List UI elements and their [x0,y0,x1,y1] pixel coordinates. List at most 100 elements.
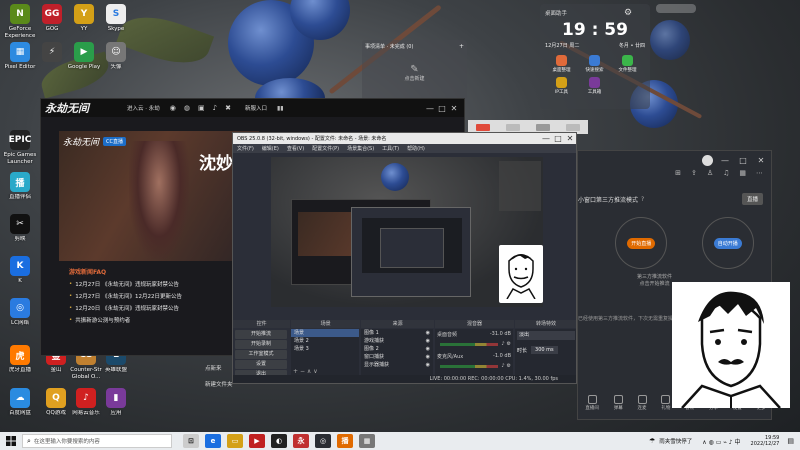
obs-menu-item[interactable]: 场景集合(S) [347,145,374,152]
source-item[interactable]: 游戏捕获 ◉ [361,337,433,345]
weibo-icon[interactable]: ◉ [170,104,176,112]
help-icon[interactable]: ? [641,196,644,203]
tiktok-icon[interactable]: ♪ [213,104,217,112]
eye-icon[interactable]: ◉ [426,353,430,361]
volume-meter[interactable] [440,342,499,346]
share-icon[interactable]: ⇪ [691,169,697,183]
close-icon[interactable]: ✕ [755,155,767,165]
gear-icon[interactable]: ⚙ [624,8,632,18]
desktop-icon[interactable]: N GeForce Experience [2,4,38,39]
clock-shortcut[interactable]: 工具箱 [578,77,611,95]
mode-badge[interactable]: 直播 [741,193,763,205]
mute-icon[interactable]: ✖ [225,104,231,112]
scene-item[interactable]: 场景 3 [291,345,359,353]
search-input[interactable]: 在这里输入你要搜索的内容 [34,437,100,445]
transition-select[interactable]: 淡出 [517,331,575,340]
weather-text[interactable]: 雨夹雪快停了 [659,437,692,445]
obs-preview[interactable] [271,157,543,307]
close-icon[interactable]: ✕ [448,103,460,113]
remove-icon[interactable]: − [300,368,305,375]
add-icon[interactable]: + [293,368,298,375]
news-item[interactable]: 12月27日 《永劫无间》12月22日更新公告 [69,292,259,300]
maximize-icon[interactable]: □ [737,155,749,165]
arrow-down-icon[interactable]: ∨ [313,368,317,375]
stream-tool-button[interactable]: 礼物 [661,395,671,411]
desktop-icon[interactable]: 虎虎牙直播 [2,345,38,374]
tab-icon[interactable] [536,123,550,131]
obs-control-button[interactable]: 开始推流 [235,330,287,339]
obs-menu-item[interactable]: 编辑(E) [262,145,279,152]
arrow-up-icon[interactable]: ∧ [307,368,311,375]
desktop-icon[interactable]: ☺ 头像 [98,42,134,71]
taskbar-search[interactable]: ⌕ 在这里输入你要搜索的内容 [22,434,172,448]
edge-icon[interactable]: e [205,434,221,448]
gear-icon[interactable]: ⚙ [507,363,511,369]
speaker-icon[interactable]: ♪ [501,363,504,369]
eye-icon[interactable]: ◉ [426,329,430,337]
eye-icon[interactable]: ◉ [426,361,430,369]
app-icon[interactable]: ▦ [359,434,375,448]
source-item[interactable]: 图像 1 ◉ [361,329,433,337]
volume-meter[interactable] [440,364,499,368]
desktop-icon[interactable]: ✂ 剪映 [2,214,38,243]
new-folder-label[interactable]: 新建文件夹 [205,380,233,388]
obs-menu-item[interactable]: 配置文件(P) [312,145,339,152]
user-icon[interactable]: ♙ [707,169,713,183]
obs-icon[interactable]: ◎ [315,434,331,448]
app-icon[interactable]: 永 [293,434,309,448]
news-item[interactable]: 12月20日 《永劫无间》违规玩家封禁公告 [69,304,259,312]
launcher-banner[interactable]: 永劫无间 CC直播 沈妙 [59,131,259,261]
minimize-icon[interactable]: — [424,103,436,113]
maximize-icon[interactable]: □ [552,134,564,144]
desktop-icon[interactable]: EPIC Epic Games Launcher [2,130,38,165]
desktop-icon[interactable]: ▮ 应用 [98,388,134,417]
desktop-icon[interactable]: ☁ 百度网盘 [2,388,38,417]
bar-chart-icon[interactable]: ▮▮ [277,105,284,112]
clock-shortcut[interactable]: 文件整理 [611,55,644,73]
taskbar-date[interactable]: 2022/12/27 [751,441,780,447]
stream-tool-button[interactable]: 弹幕 [613,395,623,411]
tab-icon[interactable] [566,123,580,131]
close-icon[interactable]: ✕ [564,134,576,144]
obs-menu-item[interactable]: 工具(T) [382,145,399,152]
launcher-user[interactable]: 进入云 · 永劫 [127,104,160,112]
task-view-icon[interactable]: ⊡ [183,434,199,448]
tray-icons[interactable]: ∧ ◍ ▭ ⌁ ♪ 中 [702,437,740,446]
speaker-icon[interactable]: ♪ [501,341,504,347]
source-item[interactable]: 窗口捕获 ◉ [361,353,433,361]
tab-icon[interactable] [476,123,490,131]
desktop-icon[interactable]: 播直播伴侣 [2,172,38,201]
obs-menu-item[interactable]: 帮助(H) [407,145,425,152]
obs-menu-item[interactable]: 查看(V) [287,145,304,152]
source-item[interactable]: 显示器捕获 ◉ [361,361,433,369]
new-server-link[interactable]: 新服入口 [245,104,267,112]
stream-tool-button[interactable]: 连麦 [637,395,647,411]
gift-icon[interactable]: ⊞ [675,169,681,183]
start-stream-button[interactable]: 开始直播 [627,237,656,249]
desktop-icon[interactable]: S Skype [98,4,134,33]
stream-tool-button[interactable]: 直播间 [585,395,599,411]
gear-icon[interactable]: ⚙ [507,341,511,347]
explorer-icon[interactable]: ▭ [227,434,243,448]
app-icon[interactable]: 播 [337,434,353,448]
clock-shortcut[interactable]: IP工具 [545,77,578,95]
desktop-icon[interactable]: ◎ LC网络 [2,298,38,327]
add-icon[interactable]: + [459,43,464,50]
wechat-icon[interactable]: ◍ [184,104,190,112]
clock-shortcut[interactable]: 桌面整理 [545,55,578,73]
more-icon[interactable]: ⋯ [756,169,763,183]
windows-start-icon[interactable] [0,432,22,450]
eye-icon[interactable]: ◉ [426,345,430,353]
eye-icon[interactable]: ◉ [426,337,430,345]
app-icon[interactable]: ▶ [249,434,265,448]
desktop-icon[interactable]: ▦ Pixel Editor [2,42,38,71]
auto-stream-button[interactable]: 自动开播 [713,237,742,249]
source-item[interactable]: 图像 2 ◉ [361,345,433,353]
bell-icon[interactable]: ♫ [723,169,729,183]
avatar[interactable] [702,154,713,166]
desktop-icon[interactable]: ⚡ [34,42,70,64]
start-stream-circle[interactable]: 开始直播 [615,217,668,269]
news-item[interactable]: 12月27日 《永劫无间》违规玩家封禁公告 [69,280,259,288]
bilibili-icon[interactable]: ▣ [198,104,205,112]
auto-stream-circle[interactable]: 自动开播 [701,217,754,269]
